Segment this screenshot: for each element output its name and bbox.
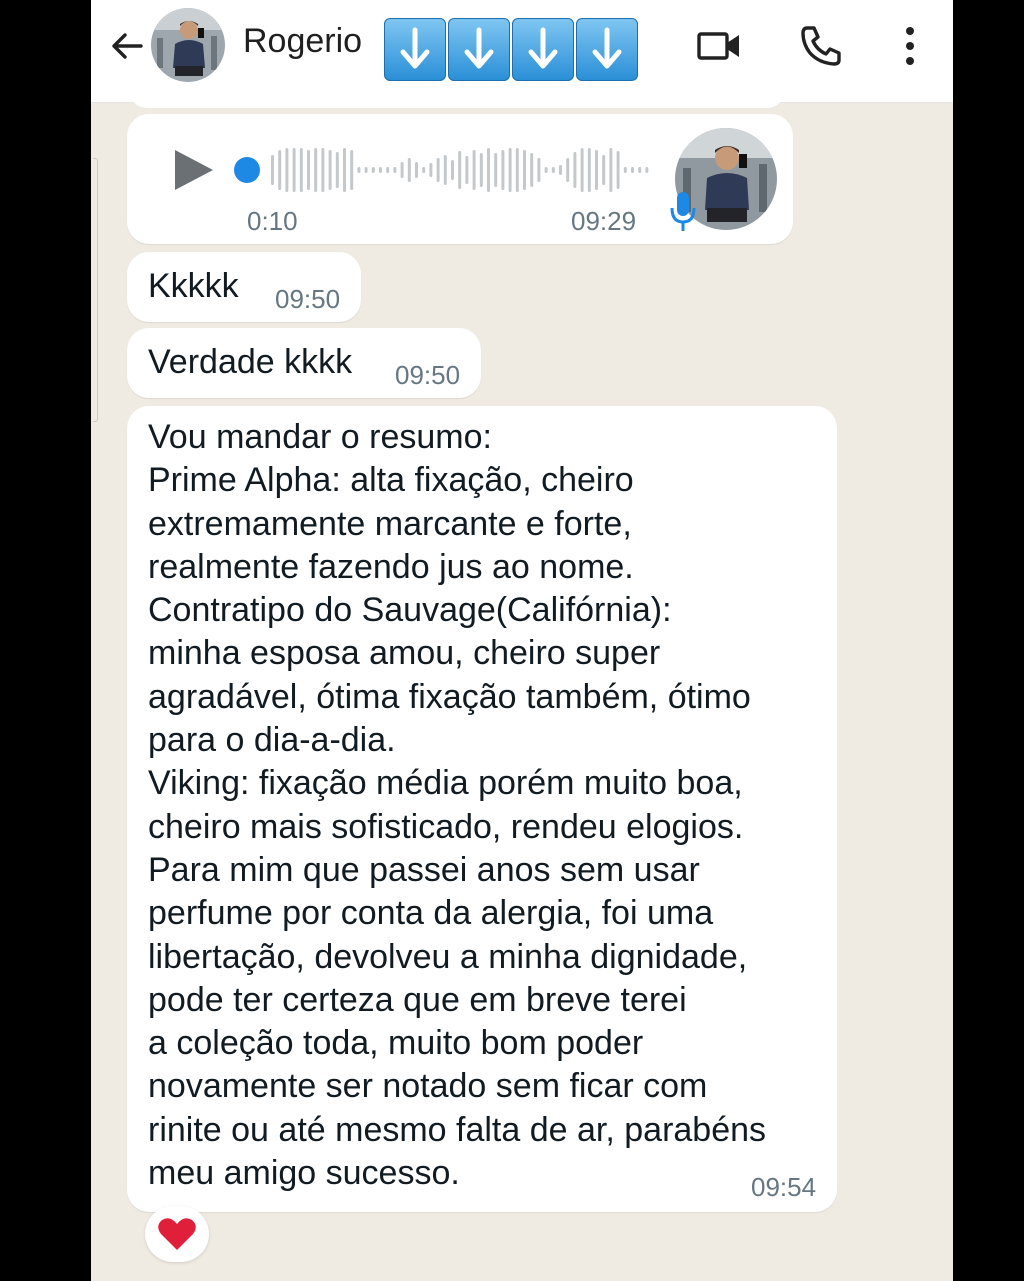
phone-call-icon[interactable] [797,22,845,70]
waveform-bar [371,167,375,173]
waveform-bar [587,148,591,192]
waveform-bar [379,167,382,173]
waveform-bar [407,158,411,182]
message-text: Vou mandar o resumo: Prime Alpha: alta f… [148,418,767,1193]
message-time: 09:50 [275,284,341,314]
waveform-bar [559,165,562,175]
waveform-bar [321,148,325,192]
back-arrow-icon[interactable] [105,24,149,68]
waveform-bar [422,167,426,173]
waveform-bar [623,167,627,173]
waveform-bar [400,162,404,178]
waveform-bar [393,167,397,173]
waveform-bar [436,158,440,182]
waveform-bar [299,148,303,192]
voice-waveform[interactable] [233,144,653,196]
message-time: 09:50 [395,360,461,390]
waveform-bar [443,155,447,185]
waveform-bar [551,167,555,173]
waveform-bar [602,155,606,185]
playback-position-dot[interactable] [234,157,260,183]
scrollbar[interactable] [93,158,98,422]
waveform-bar [415,162,418,178]
message-bubble[interactable]: Vou mandar o resumo: Prime Alpha: alta f… [127,406,837,1212]
contact-name[interactable]: Rogerio [243,22,362,61]
red-heart-icon [158,1218,196,1250]
waveform-bar [609,148,613,192]
waveform-bar [523,150,526,190]
waveform-bar [429,163,433,177]
waveform-bar [515,148,519,192]
waveform-bar [494,153,498,187]
waveform-bar [350,150,354,190]
previous-message-edge [129,90,785,108]
reaction-badge[interactable] [145,1206,209,1262]
microphone-icon [670,192,696,231]
message-time: 09:29 [571,206,637,236]
waveform-bar [472,150,476,190]
voice-duration: 0:10 [247,206,298,236]
chat-screen: Rogerio 0:10 09:29 Kkkkk 09:50 Verdade k… [91,0,953,1281]
waveform-bar [573,152,577,188]
arrow-emoji-group [384,18,638,81]
waveform-bar [364,167,368,173]
arrow-down-emoji [384,18,446,81]
waveform-bar [537,158,541,182]
waveform-bar [638,167,642,173]
waveform-bar [458,151,462,189]
waveform-bar [343,148,346,192]
message-time: 09:54 [751,1172,817,1202]
arrow-down-emoji [576,18,638,81]
message-text: Verdade kkkk [148,343,353,381]
waveform-bar [530,153,534,187]
message-text: Kkkkk [148,267,239,305]
waveform-bar [278,150,282,190]
video-call-icon[interactable] [695,22,743,70]
waveform-bar [631,167,634,173]
waveform-bar [451,160,454,180]
waveform-bar [544,167,548,173]
more-options-icon[interactable] [886,22,934,70]
waveform-bar [292,148,296,192]
waveform-bar [271,155,274,185]
waveform-bar [501,150,505,190]
waveform-bar [335,152,339,188]
message-bubble[interactable]: Verdade kkkk 09:50 [127,328,481,398]
arrow-down-emoji [448,18,510,81]
waveform-bar [566,158,570,182]
waveform-bar [645,167,649,173]
waveform-bar [479,153,483,187]
waveform-bar [616,151,620,189]
waveform-bar [487,148,490,192]
waveform-bar [307,150,310,190]
waveform-bar [386,167,390,173]
waveform-bar [580,148,584,192]
play-icon[interactable] [171,148,215,192]
arrow-down-emoji [512,18,574,81]
message-bubble[interactable]: Kkkkk 09:50 [127,252,361,322]
chat-header: Rogerio [91,0,953,103]
waveform-bar [285,148,289,192]
voice-message-bubble: 0:10 09:29 [127,114,793,244]
waveform-bar [328,150,332,190]
waveform-bar [508,148,512,192]
waveform-bar [314,148,318,192]
waveform-bar [465,156,469,184]
contact-avatar[interactable] [151,8,225,82]
waveform-bar [357,167,361,173]
waveform-bar [595,150,598,190]
